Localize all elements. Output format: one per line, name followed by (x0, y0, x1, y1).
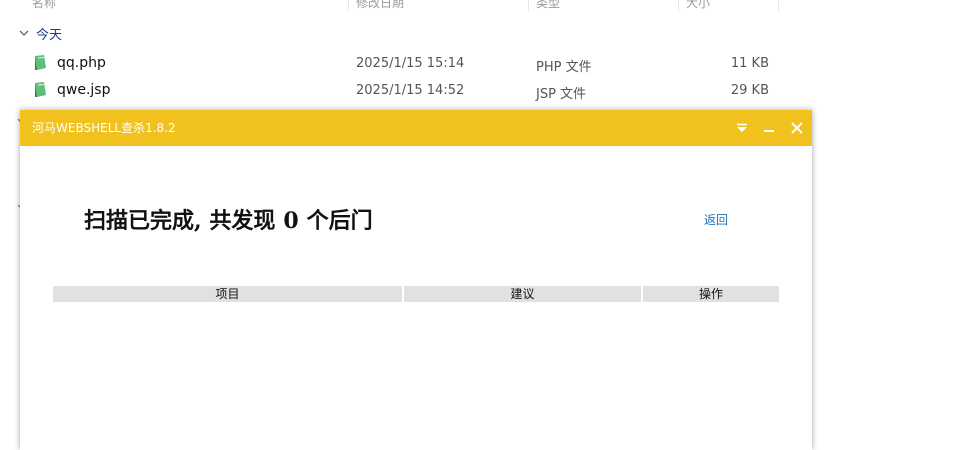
chevron-down-icon[interactable] (18, 27, 30, 39)
table-header-item[interactable]: 项目 (53, 286, 402, 302)
file-size: 11 KB (730, 56, 769, 71)
window-title: 河马WEBSHELL查杀1.8.2 (32, 121, 176, 135)
group-header-today[interactable]: 今天 (18, 24, 63, 43)
file-name: qwe.jsp (57, 82, 111, 98)
column-separator[interactable] (528, 0, 529, 11)
scan-result-message: 扫描已完成, 共发现 0 个后门 (84, 203, 373, 235)
file-date: 2025/1/15 14:52 (356, 83, 465, 98)
file-date: 2025/1/15 15:14 (356, 56, 465, 71)
results-table: 项目 建议 操作 (53, 286, 779, 302)
column-name-header[interactable]: 名称 (32, 0, 56, 11)
column-header-bar: 名称 修改日期 类型 大小 (0, 0, 800, 11)
table-header-action[interactable]: 操作 (643, 286, 779, 302)
column-date-header[interactable]: 修改日期 (356, 0, 404, 11)
file-row[interactable]: qq.php 2025/1/15 15:14 PHP 文件 11 KB (0, 51, 800, 75)
group-label: 今天 (36, 27, 63, 43)
file-name: qq.php (57, 55, 106, 71)
file-size: 29 KB (730, 83, 769, 98)
result-suffix: 个后门 (306, 208, 373, 234)
column-separator[interactable] (348, 0, 349, 11)
backdoor-count: 0 (283, 208, 299, 234)
column-type-header[interactable]: 类型 (536, 0, 560, 11)
minimize-icon[interactable] (759, 118, 779, 138)
file-type: PHP 文件 (536, 60, 592, 75)
table-header-suggestion[interactable]: 建议 (404, 286, 641, 302)
scanner-window: 河马WEBSHELL查杀1.8.2 扫描已完成, 共发现 0 个后门 返回 项目… (20, 110, 812, 450)
back-link[interactable]: 返回 (704, 211, 728, 228)
file-row[interactable]: qwe.jsp 2025/1/15 14:52 JSP 文件 29 KB (0, 78, 800, 102)
column-size-header[interactable]: 大小 (686, 0, 710, 11)
php-file-icon (35, 55, 46, 70)
title-bar[interactable]: 河马WEBSHELL查杀1.8.2 (20, 110, 812, 146)
menu-dropdown-icon[interactable] (732, 118, 752, 138)
column-separator[interactable] (778, 0, 779, 11)
close-icon[interactable] (787, 118, 807, 138)
file-type: JSP 文件 (536, 87, 587, 102)
jsp-file-icon (35, 82, 46, 97)
result-prefix: 扫描已完成, 共发现 (84, 208, 276, 234)
column-separator[interactable] (678, 0, 679, 11)
